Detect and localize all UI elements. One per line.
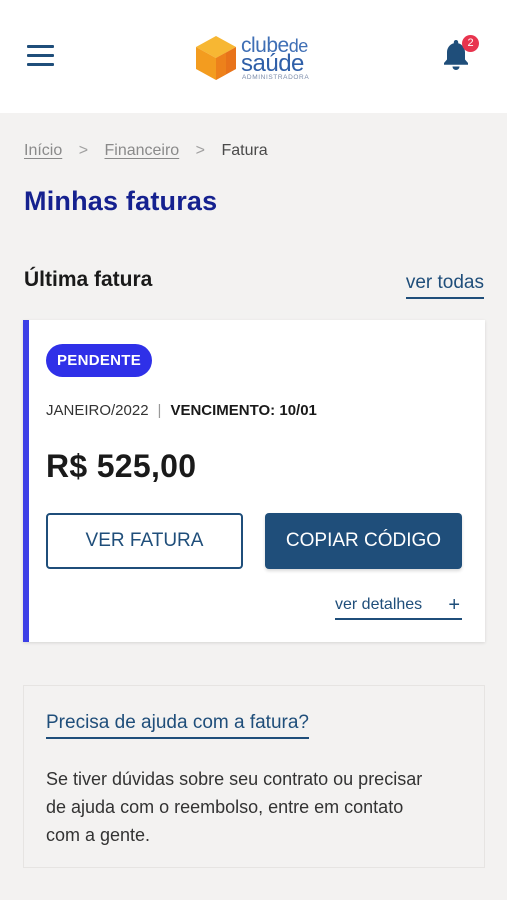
breadcrumb-home-link[interactable]: Início [24, 142, 62, 159]
see-all-link[interactable]: ver todas [405, 272, 484, 299]
invoice-meta: JANEIRO/2022 | VENCIMENTO: 10/01 [46, 402, 317, 419]
see-details-label: ver detalhes [335, 596, 423, 613]
view-invoice-button[interactable]: VER FATURA [46, 513, 243, 569]
page-title: Minhas faturas [24, 186, 218, 216]
breadcrumb-financeiro-link[interactable]: Financeiro [105, 142, 180, 159]
breadcrumb-current: Fatura [221, 142, 268, 159]
meta-divider: | [157, 402, 162, 419]
last-invoice-title: Última fatura [24, 268, 153, 291]
status-badge: PENDENTE [46, 344, 153, 377]
logo-tagline: ADMINISTRADORA [242, 74, 310, 81]
notification-count-badge: 2 [462, 35, 479, 52]
hamburger-menu-icon[interactable] [27, 45, 55, 67]
invoice-month: JANEIRO/2022 [46, 402, 149, 419]
breadcrumb: Início > Financeiro > Fatura [24, 142, 268, 160]
chevron-right-icon: > [78, 142, 89, 159]
see-details-link[interactable]: ver detalhes + [335, 594, 462, 620]
invoice-card: PENDENTE JANEIRO/2022 | VENCIMENTO: 10/01 … [23, 320, 485, 642]
copy-code-button[interactable]: COPIAR CÓDIGO [265, 513, 462, 569]
invoice-amount: R$ 525,00 [46, 448, 197, 484]
clube-de-saude-logo[interactable]: clubede saúde ADMINISTRADORA [194, 32, 314, 84]
plus-icon: + [448, 594, 460, 616]
chevron-right-icon: > [195, 142, 205, 159]
app-header: clubede saúde ADMINISTRADORA 2 [0, 0, 507, 113]
help-text: Se tiver dúvidas sobre seu contrato ou p… [46, 769, 423, 845]
invoice-due-date: VENCIMENTO: 10/01 [170, 402, 317, 419]
cube-logo-icon [196, 36, 236, 80]
help-card: Precisa de ajuda com a fatura? Se tiver … [23, 685, 485, 868]
help-title-link[interactable]: Precisa de ajuda com a fatura? [46, 712, 309, 739]
